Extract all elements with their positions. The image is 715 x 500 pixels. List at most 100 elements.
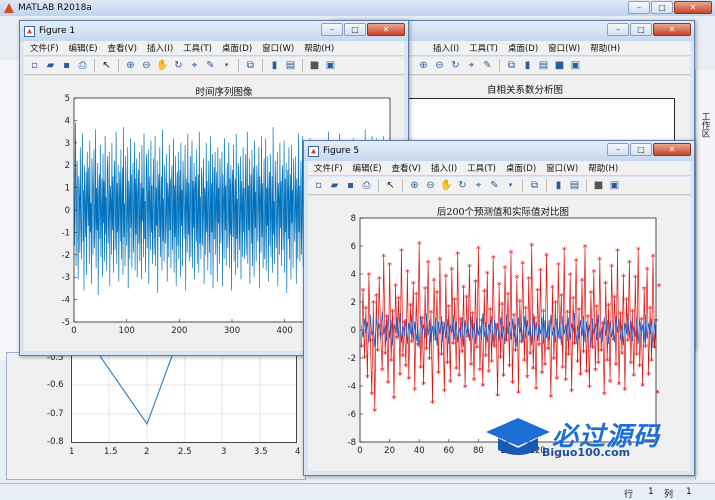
data-marker: * (389, 356, 394, 367)
menu-edit[interactable]: 编辑(E) (69, 42, 98, 54)
y-tick-label: 8 (351, 214, 356, 224)
brush-icon[interactable]: ✎ (488, 179, 501, 192)
dropdown-arrow-icon[interactable]: ▾ (504, 179, 517, 192)
link-icon[interactable]: ⧉ (505, 59, 518, 72)
menu-tools[interactable]: 工具(T) (467, 162, 496, 174)
zoom-out-icon[interactable]: ⊖ (433, 59, 446, 72)
data-marker: * (381, 253, 386, 264)
zoom-in-icon[interactable]: ⊕ (417, 59, 430, 72)
menu-window[interactable]: 窗口(W) (262, 42, 294, 54)
figure2-minimize-button[interactable]: – (607, 23, 629, 36)
print-icon[interactable]: ⎙ (360, 179, 373, 192)
save-icon[interactable]: ▪ (344, 179, 357, 192)
menu-file[interactable]: 文件(F) (314, 162, 343, 174)
data-marker: * (656, 282, 661, 293)
link-icon[interactable]: ⧉ (244, 59, 257, 72)
figure5-close-button[interactable]: ✕ (653, 143, 691, 156)
figure1-close-button[interactable]: ✕ (367, 23, 405, 36)
figure1-titlebar[interactable]: Figure 1 – □ ✕ (20, 21, 408, 41)
data-cursor-icon[interactable]: ⌖ (188, 59, 201, 72)
figure5-maximize-button[interactable]: □ (630, 143, 652, 156)
menu-edit[interactable]: 编辑(E) (353, 162, 382, 174)
main-maximize-button[interactable]: □ (651, 1, 673, 14)
data-marker: * (403, 362, 408, 373)
data-marker: * (633, 274, 638, 285)
status-col-value: 1 (686, 487, 692, 497)
menu-item[interactable]: 帮助(H) (590, 42, 620, 54)
figure5-minimize-button[interactable]: – (607, 143, 629, 156)
show-plot-tools-icon[interactable]: ▣ (569, 59, 582, 72)
pointer-icon[interactable]: ↖ (384, 179, 397, 192)
menu-view[interactable]: 查看(V) (108, 42, 137, 54)
legend-icon[interactable]: ▤ (537, 59, 550, 72)
data-marker: * (543, 361, 548, 372)
rotate-icon[interactable]: ↻ (172, 59, 185, 72)
pan-icon[interactable]: ✋ (440, 179, 453, 192)
workspace-tab[interactable]: 工作区 (698, 112, 710, 138)
menu-file[interactable]: 文件(F) (30, 42, 59, 54)
menu-item[interactable]: 桌面(D) (508, 42, 538, 54)
hide-plot-tools-icon[interactable]: ■ (553, 59, 566, 72)
menu-help[interactable]: 帮助(H) (304, 42, 334, 54)
y-tick-label: 2 (65, 161, 70, 171)
menu-item[interactable]: 插入(I) (433, 42, 459, 54)
open-icon[interactable]: ▰ (328, 179, 341, 192)
main-minimize-button[interactable]: – (628, 1, 650, 14)
data-marker: * (488, 306, 493, 317)
hide-plot-tools-icon[interactable]: ■ (592, 179, 605, 192)
zoom-out-icon[interactable]: ⊖ (424, 179, 437, 192)
menu-item[interactable]: 窗口(W) (548, 42, 580, 54)
menu-item[interactable]: 工具(T) (469, 42, 498, 54)
data-marker: * (380, 366, 385, 377)
x-tick-label: 100 (119, 326, 135, 336)
main-close-button[interactable]: ✕ (674, 1, 712, 14)
brush-icon[interactable]: ✎ (481, 59, 494, 72)
legend-icon[interactable]: ▤ (568, 179, 581, 192)
open-icon[interactable]: ▰ (44, 59, 57, 72)
figure1-minimize-button[interactable]: – (321, 23, 343, 36)
rotate-icon[interactable]: ↻ (449, 59, 462, 72)
data-marker: * (436, 369, 441, 380)
figure2-close-button[interactable]: ✕ (653, 23, 691, 36)
pan-icon[interactable]: ✋ (156, 59, 169, 72)
menu-desktop[interactable]: 桌面(D) (506, 162, 536, 174)
menu-window[interactable]: 窗口(W) (546, 162, 578, 174)
legend-icon[interactable]: ▤ (284, 59, 297, 72)
zoom-in-icon[interactable]: ⊕ (408, 179, 421, 192)
colorbar-icon[interactable]: ▮ (552, 179, 565, 192)
data-marker: * (374, 292, 379, 303)
data-marker: * (397, 370, 402, 381)
new-figure-icon[interactable]: ▫ (28, 59, 41, 72)
figure2-maximize-button[interactable]: □ (630, 23, 652, 36)
brush-icon[interactable]: ✎ (204, 59, 217, 72)
colorbar-icon[interactable]: ▮ (521, 59, 534, 72)
data-marker: * (405, 268, 410, 279)
save-icon[interactable]: ▪ (60, 59, 73, 72)
new-figure-icon[interactable]: ▫ (312, 179, 325, 192)
dropdown-arrow-icon[interactable]: ▾ (220, 59, 233, 72)
data-marker: * (501, 372, 506, 383)
print-icon[interactable]: ⎙ (76, 59, 89, 72)
menu-desktop[interactable]: 桌面(D) (222, 42, 252, 54)
data-cursor-icon[interactable]: ⌖ (465, 59, 478, 72)
pointer-icon[interactable]: ↖ (100, 59, 113, 72)
menu-insert[interactable]: 插入(I) (147, 42, 173, 54)
menu-view[interactable]: 查看(V) (392, 162, 421, 174)
show-plot-tools-icon[interactable]: ▣ (608, 179, 621, 192)
hide-plot-tools-icon[interactable]: ■ (308, 59, 321, 72)
data-marker: * (421, 380, 426, 391)
data-cursor-icon[interactable]: ⌖ (472, 179, 485, 192)
rotate-icon[interactable]: ↻ (456, 179, 469, 192)
show-plot-tools-icon[interactable]: ▣ (324, 59, 337, 72)
colorbar-icon[interactable]: ▮ (268, 59, 281, 72)
menu-help[interactable]: 帮助(H) (588, 162, 618, 174)
menu-insert[interactable]: 插入(I) (431, 162, 457, 174)
figure5-titlebar[interactable]: Figure 5 – □ ✕ (304, 141, 694, 161)
zoom-in-icon[interactable]: ⊕ (124, 59, 137, 72)
menu-tools[interactable]: 工具(T) (183, 42, 212, 54)
figure1-maximize-button[interactable]: □ (344, 23, 366, 36)
data-marker: * (514, 274, 519, 285)
data-marker: * (531, 365, 536, 376)
link-icon[interactable]: ⧉ (528, 179, 541, 192)
zoom-out-icon[interactable]: ⊖ (140, 59, 153, 72)
